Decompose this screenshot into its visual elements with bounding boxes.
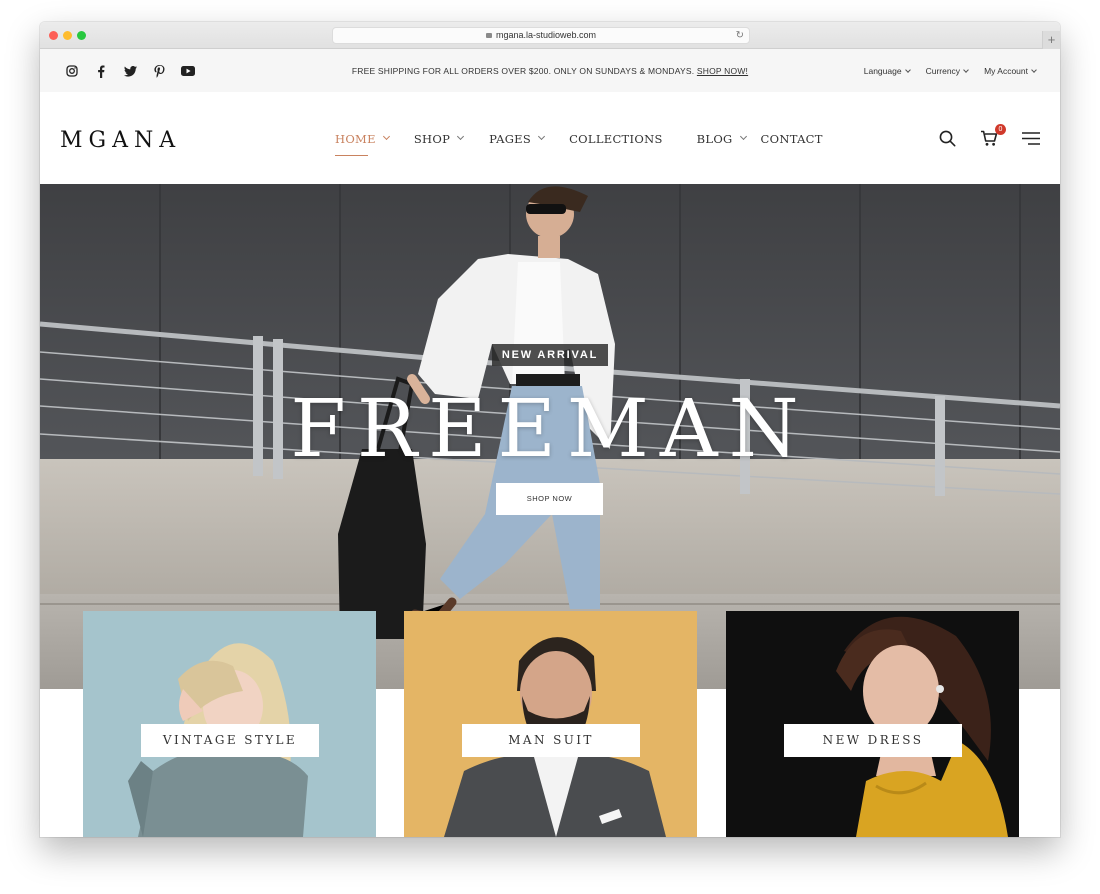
category-label: VINTAGE STYLE — [141, 724, 319, 757]
nav-label: CONTACT — [760, 132, 823, 146]
currency-label: Currency — [925, 66, 961, 76]
new-tab-button[interactable]: + — [1042, 31, 1060, 49]
close-window-button[interactable] — [49, 31, 58, 40]
lock-icon — [485, 33, 492, 38]
language-dropdown[interactable]: Language — [863, 66, 911, 76]
browser-window: mgana.la-studioweb.com ↻ + FREE SHIPPING… — [40, 22, 1060, 837]
site-header: MGANA HOME SHOP PAGES COLLECTIONS BLOG C… — [40, 92, 1060, 184]
chevron-down-icon — [1031, 67, 1037, 73]
header-icons: 0 — [939, 124, 1040, 152]
hero-title: FREEMAN — [290, 382, 810, 475]
language-label: Language — [863, 66, 902, 76]
chevron-down-icon — [739, 132, 747, 140]
category-card-vintage-style[interactable]: VINTAGE STYLE — [83, 611, 376, 837]
reload-icon[interactable]: ↻ — [736, 28, 744, 43]
chevron-down-icon — [382, 132, 390, 140]
top-bar: FREE SHIPPING FOR ALL ORDERS OVER $200. … — [40, 49, 1060, 92]
promo-text: FREE SHIPPING FOR ALL ORDERS OVER $200. … — [351, 66, 695, 76]
search-icon[interactable] — [939, 130, 956, 152]
hero-tag: NEW ARRIVAL — [492, 344, 608, 366]
cart-count-badge: 0 — [995, 124, 1006, 135]
hero-shop-now-button[interactable]: SHOP NOW — [496, 483, 603, 515]
promo-shop-now-link[interactable]: SHOP NOW! — [697, 66, 748, 76]
nav-item-collections[interactable]: COLLECTIONS — [569, 132, 663, 146]
chevron-down-icon — [963, 67, 969, 73]
nav-label: COLLECTIONS — [569, 132, 663, 146]
url-text: mgana.la-studioweb.com — [495, 30, 597, 40]
category-card-man-suit[interactable]: MAN SUIT — [404, 611, 697, 837]
zoom-window-button[interactable] — [77, 31, 86, 40]
browser-toolbar: mgana.la-studioweb.com ↻ + — [40, 22, 1060, 49]
nav-label: BLOG — [696, 132, 733, 146]
category-label: MAN SUIT — [462, 724, 640, 757]
category-label: NEW DRESS — [784, 724, 962, 757]
nav-item-pages[interactable]: PAGES — [489, 132, 546, 146]
nav-label: PAGES — [489, 132, 532, 146]
menu-icon[interactable] — [1022, 132, 1040, 150]
site-logo[interactable]: MGANA — [60, 128, 181, 153]
minimize-window-button[interactable] — [63, 31, 72, 40]
account-label: My Account — [984, 66, 1028, 76]
currency-dropdown[interactable]: Currency — [925, 66, 969, 76]
nav-label: HOME — [335, 132, 376, 146]
nav-item-home[interactable]: HOME — [335, 132, 390, 156]
account-dropdown[interactable]: My Account — [984, 66, 1037, 76]
nav-item-shop[interactable]: SHOP — [413, 132, 465, 146]
chevron-down-icon — [538, 132, 546, 140]
top-right-menu: Language Currency My Account — [863, 66, 1037, 76]
chevron-down-icon — [457, 132, 465, 140]
nav-item-contact[interactable]: CONTACT — [761, 132, 823, 146]
nav-item-blog[interactable]: BLOG — [696, 132, 747, 146]
main-nav: HOME SHOP PAGES COLLECTIONS BLOG CONTACT — [335, 132, 823, 156]
chevron-down-icon — [904, 67, 911, 73]
category-card-new-dress[interactable]: NEW DRESS — [726, 611, 1019, 837]
address-bar[interactable]: mgana.la-studioweb.com ↻ — [332, 27, 750, 44]
nav-label: SHOP — [413, 132, 451, 146]
cart-button[interactable]: 0 — [980, 124, 1006, 152]
